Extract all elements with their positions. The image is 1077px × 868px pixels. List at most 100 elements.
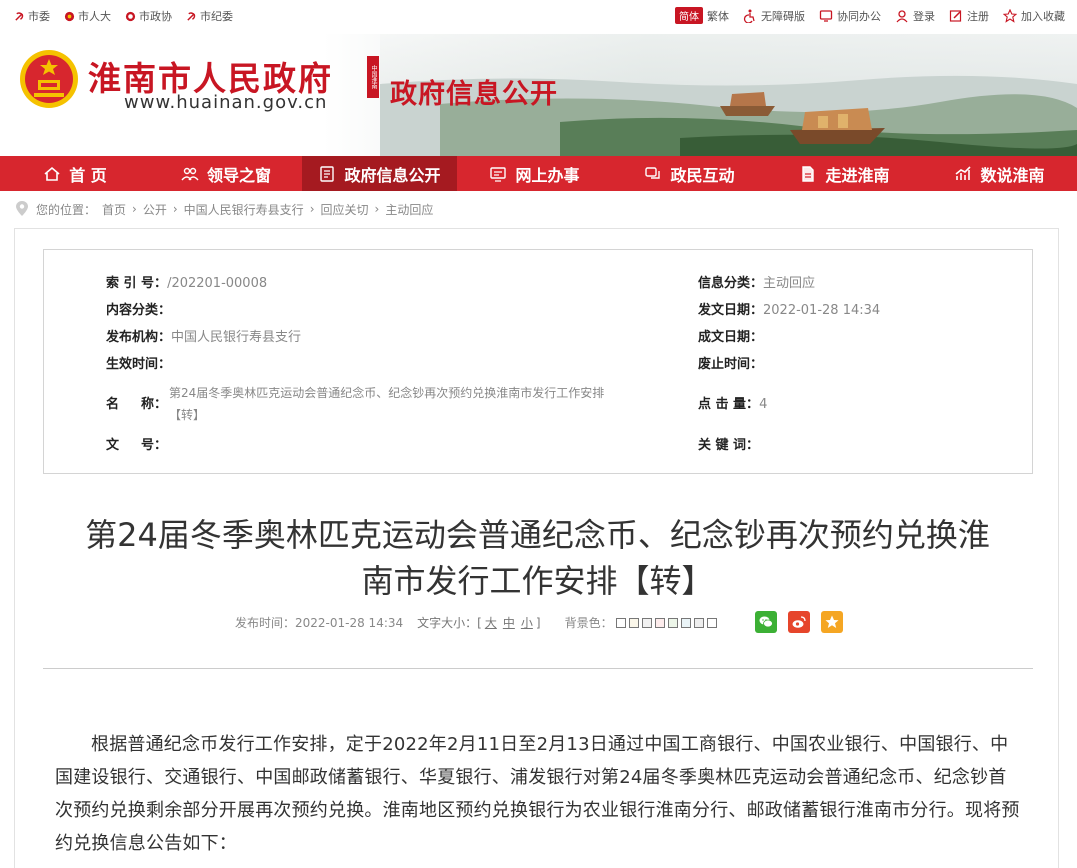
star-icon (824, 614, 840, 630)
meta-label: 号： (141, 438, 168, 453)
breadcrumb-item-org[interactable]: 中国人民银行寿县支行 (184, 201, 304, 218)
breadcrumb-separator: › (309, 202, 315, 216)
login-link[interactable]: 登录 (895, 8, 935, 24)
wechat-icon (758, 614, 774, 630)
breadcrumb-item-home[interactable]: 首页 (102, 201, 126, 218)
nav-online-service[interactable]: 网上办事 (457, 156, 612, 191)
meta-label: 成文日期： (698, 330, 764, 345)
cppcc-emblem-icon (125, 11, 136, 22)
main-nav: 首 页 领导之窗 政府信息公开 网上办事 政民互动 走进淮南 数说淮南 (0, 156, 1077, 191)
bg-swatch[interactable] (693, 617, 704, 628)
accessible-mode-link[interactable]: 无障碍版 (743, 8, 805, 24)
metadata-table: 索 引 号：/202201-00008 信息分类：主动回应 内容分类： 发文日期… (43, 249, 1033, 474)
meta-label: 称： (141, 397, 168, 412)
meta-clicks: 点 击 量：4 (698, 393, 767, 412)
meta-label: 废止时间： (698, 357, 764, 372)
meta-label: 文 (106, 438, 120, 453)
bg-swatch[interactable] (628, 617, 639, 628)
breadcrumb-separator: › (374, 202, 380, 216)
meta-label: 生效时间： (106, 357, 172, 372)
link-label: 市纪委 (200, 10, 233, 23)
collaborative-office-link[interactable]: 协同办公 (819, 8, 881, 24)
user-icon (895, 9, 909, 23)
meta-label: 索 引 号： (106, 276, 168, 291)
breadcrumb-item-response[interactable]: 回应关切 (321, 201, 369, 218)
bg-swatch[interactable] (706, 617, 717, 628)
publish-time: 发布时间：2022-01-28 14:34 (235, 616, 404, 630)
link-label: 市委 (28, 10, 50, 23)
add-favorite-link[interactable]: 加入收藏 (1003, 8, 1065, 24)
monitor-icon (819, 9, 833, 23)
link-city-npc[interactable]: 市人大 (64, 8, 111, 24)
meta-category: 信息分类：主动回应 (698, 272, 815, 291)
meta-keywords: 关 键 词： (698, 434, 759, 453)
meta-value: 4 (759, 397, 768, 412)
bg-swatch[interactable] (680, 617, 691, 628)
national-emblem-icon (64, 11, 75, 22)
font-large-button[interactable]: 大 (485, 616, 497, 630)
link-label: 市人大 (78, 10, 111, 23)
lang-traditional-button[interactable]: 繁体 (707, 8, 729, 24)
party-emblem-icon (14, 11, 25, 22)
link-label: 市政协 (139, 10, 172, 23)
wheelchair-icon (743, 9, 757, 23)
top-utility-bar: 市委 市人大 市政协 市纪委 简体 繁体 无障碍版 协同办公 登录 注册 加入收… (0, 0, 1077, 34)
bg-swatch[interactable] (654, 617, 665, 628)
share-weibo-button[interactable] (788, 611, 810, 633)
nav-label: 数说淮南 (980, 165, 1045, 185)
nav-about-huainan[interactable]: 走进淮南 (767, 156, 922, 191)
bg-color-label: 背景色： (564, 616, 613, 630)
register-link[interactable]: 注册 (949, 8, 989, 24)
background-color-switcher: 背景色： (565, 614, 717, 631)
share-favorite-button[interactable] (821, 611, 843, 633)
bg-swatch[interactable] (615, 617, 626, 628)
breadcrumb-prefix: 您的位置： (36, 202, 97, 217)
breadcrumb-item-active-response[interactable]: 主动回应 (385, 201, 433, 218)
content-divider (43, 668, 1033, 669)
national-emblem-logo (18, 48, 80, 110)
meta-name-line: 第24届冬季奥林匹克运动会普通纪念币、纪念钞再次预约兑换淮南市发行工作安排 (169, 386, 605, 400)
meta-issue-date: 发文日期：2022-01-28 14:34 (698, 299, 880, 318)
site-banner: 淮南市人民政府 www.huainan.gov.cn 中国淮南 政府信息公开 (0, 34, 1077, 156)
nav-gov-info[interactable]: 政府信息公开 (302, 156, 457, 191)
chat-icon (644, 165, 662, 183)
nav-label: 政民互动 (670, 165, 735, 185)
article-tools: 发布时间：2022-01-28 14:34 文字大小：[大中小] 背景色： (235, 614, 717, 631)
font-small-button[interactable]: 小 (521, 616, 533, 630)
article-title-line: 第24届冬季奥林匹克运动会普通纪念币、纪念钞再次预约兑换淮 (85, 516, 990, 554)
link-city-committee[interactable]: 市委 (14, 8, 50, 24)
edit-icon (949, 9, 963, 23)
meta-label: 内容分类： (106, 303, 172, 318)
nav-label: 走进淮南 (825, 165, 890, 185)
nav-leaders[interactable]: 领导之窗 (150, 156, 302, 191)
link-label: 注册 (967, 9, 989, 23)
meta-name: 名 称： (106, 393, 167, 412)
lang-simplified-button[interactable]: 简体 (675, 7, 703, 24)
nav-data-huainan[interactable]: 数说淮南 (922, 156, 1077, 191)
location-pin-icon (14, 200, 30, 218)
meta-value: 2022-01-28 14:34 (763, 303, 881, 318)
bg-swatch[interactable] (641, 617, 652, 628)
font-medium-button[interactable]: 中 (503, 616, 515, 630)
top-left-links: 市委 市人大 市政协 市纪委 (14, 8, 233, 24)
meta-label: 发布机构： (106, 330, 172, 345)
link-city-discipline[interactable]: 市纪委 (186, 8, 233, 24)
nav-label: 领导之窗 (206, 165, 271, 185)
link-label: 登录 (913, 9, 935, 23)
nav-home[interactable]: 首 页 (0, 156, 150, 191)
breadcrumb-item-public[interactable]: 公开 (143, 201, 167, 218)
share-wechat-button[interactable] (755, 611, 777, 633)
meta-content-type: 内容分类： (106, 299, 171, 318)
meta-label: 点 击 量： (698, 397, 760, 412)
bg-swatch[interactable] (667, 617, 678, 628)
meta-value: 主动回应 (763, 276, 816, 291)
article-title: 第24届冬季奥林匹克运动会普通纪念币、纪念钞再次预约兑换淮 南市发行工作安排【转… (15, 512, 1060, 604)
people-icon (181, 165, 199, 183)
link-label: 无障碍版 (761, 9, 805, 23)
link-city-cppcc[interactable]: 市政协 (125, 8, 172, 24)
meta-abolish: 废止时间： (698, 353, 763, 372)
party-emblem-icon (186, 11, 197, 22)
meta-value: 中国人民银行寿县支行 (171, 330, 302, 345)
nav-interaction[interactable]: 政民互动 (612, 156, 767, 191)
site-url: www.huainan.gov.cn (124, 92, 328, 113)
